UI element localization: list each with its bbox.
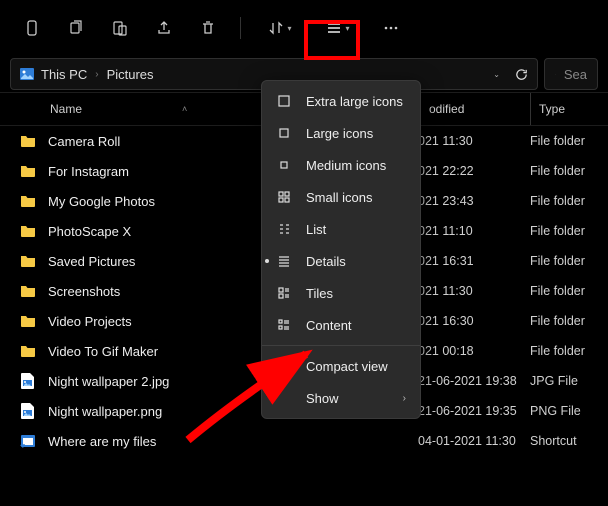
file-modified: 021 11:10 [418, 224, 530, 238]
pictures-icon [19, 66, 35, 82]
menu-label: Details [306, 254, 346, 269]
content-icon [276, 318, 292, 332]
menu-label: Large icons [306, 126, 373, 141]
search-placeholder: Sea [564, 67, 587, 82]
delete-button[interactable] [190, 10, 226, 46]
file-modified: 21-06-2021 19:35 [418, 404, 530, 418]
grid4-icon [276, 190, 292, 204]
refresh-icon[interactable] [514, 67, 529, 82]
menu-label: Medium icons [306, 158, 386, 173]
sort-button[interactable]: ▾ [255, 10, 305, 46]
square-sm-icon [276, 158, 292, 172]
share-button[interactable] [146, 10, 182, 46]
file-type: Shortcut [530, 434, 577, 448]
view-button[interactable]: ▾ [313, 10, 363, 46]
file-type: PNG File [530, 404, 581, 418]
file-type: File folder [530, 164, 585, 178]
menu-label: Small icons [306, 190, 372, 205]
menu-label: Show [306, 391, 339, 406]
menu-separator [262, 345, 420, 346]
dots-icon [383, 20, 399, 36]
sort-icon [268, 20, 284, 36]
table-row[interactable]: Where are my files04-01-2021 11:30Shortc… [0, 426, 608, 456]
paste-button[interactable] [102, 10, 138, 46]
folder-icon [20, 343, 36, 359]
menu-label: Tiles [306, 286, 333, 301]
file-modified: 04-01-2021 11:30 [418, 434, 530, 448]
file-modified: 021 11:30 [418, 284, 530, 298]
file-type: File folder [530, 194, 585, 208]
list-h-icon [276, 222, 292, 236]
file-modified: 021 16:31 [418, 254, 530, 268]
copy-button[interactable] [58, 10, 94, 46]
folder-icon [20, 133, 36, 149]
chevron-down-icon[interactable]: ⌄ [493, 70, 500, 79]
menu-item-det[interactable]: Details [262, 245, 420, 277]
menu-label: List [306, 222, 326, 237]
separator [240, 17, 241, 39]
folder-icon [20, 223, 36, 239]
square-lg-icon [276, 94, 292, 108]
view-menu: Extra large icons Large icons Medium icons… [261, 80, 421, 419]
breadcrumb-folder[interactable]: Pictures [107, 67, 154, 82]
file-modified: 021 11:30 [418, 134, 530, 148]
more-button[interactable] [371, 10, 411, 46]
menu-item-compact[interactable]: Compact view [262, 350, 420, 382]
square-icon [276, 126, 292, 140]
menu-item-list[interactable]: List [262, 213, 420, 245]
menu-item-sm[interactable]: Small icons [262, 181, 420, 213]
sort-caret-icon: ˄ [182, 104, 187, 114]
menu-label: Content [306, 318, 352, 333]
file-type: JPG File [530, 374, 578, 388]
file-type: File folder [530, 224, 585, 238]
file-type: File folder [530, 134, 585, 148]
shortcut-icon [20, 433, 36, 449]
list-lines-icon [276, 254, 292, 268]
file-modified: 021 23:43 [418, 194, 530, 208]
header-modified[interactable]: odified [429, 102, 464, 116]
menu-item-cont[interactable]: Content [262, 309, 420, 341]
toolbar: ▾ ▾ [0, 0, 608, 56]
folder-icon [20, 283, 36, 299]
chevron-right-icon: › [403, 393, 406, 404]
folder-icon [20, 163, 36, 179]
header-type[interactable]: Type [539, 102, 565, 116]
menu-item-show[interactable]: Show › [262, 382, 420, 414]
folder-icon [20, 313, 36, 329]
file-modified: 21-06-2021 19:38 [418, 374, 530, 388]
menu-item-tile[interactable]: Tiles [262, 277, 420, 309]
file-name: Where are my files [48, 434, 418, 449]
tiles-icon [276, 286, 292, 300]
new-button[interactable] [14, 10, 50, 46]
chevron-down-icon: ▾ [287, 24, 291, 33]
chevron-right-icon: › [95, 69, 98, 80]
menu-item-xl[interactable]: Extra large icons [262, 85, 420, 117]
file-type: File folder [530, 284, 585, 298]
file-modified: 021 22:22 [418, 164, 530, 178]
file-modified: 021 00:18 [418, 344, 530, 358]
menu-label: Compact view [306, 359, 388, 374]
folder-icon [20, 253, 36, 269]
list-icon [326, 20, 342, 36]
file-type: File folder [530, 254, 585, 268]
file-modified: 021 16:30 [418, 314, 530, 328]
file-type: File folder [530, 314, 585, 328]
file-type: File folder [530, 344, 585, 358]
menu-item-lg[interactable]: Large icons [262, 117, 420, 149]
header-name[interactable]: Name [50, 102, 82, 116]
search-input[interactable]: Sea [544, 58, 598, 90]
menu-label: Extra large icons [306, 94, 403, 109]
menu-item-md[interactable]: Medium icons [262, 149, 420, 181]
png-icon [20, 403, 36, 419]
jpg-icon [20, 373, 36, 389]
search-icon [555, 68, 556, 81]
breadcrumb-root[interactable]: This PC [41, 67, 87, 82]
folder-icon [20, 193, 36, 209]
chevron-down-icon: ▾ [345, 24, 349, 33]
